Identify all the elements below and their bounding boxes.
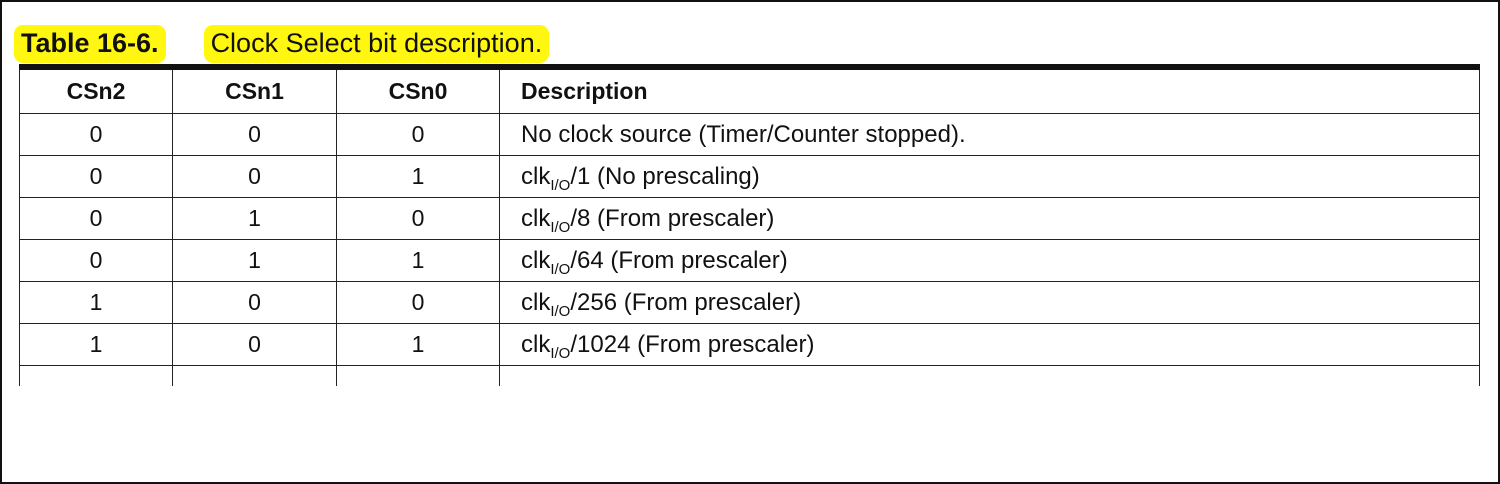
cell-csn0: 0 (336, 281, 500, 324)
description-subscript: I/O (550, 344, 571, 362)
table-caption: Table 16-6. Clock Select bit description… (14, 24, 550, 64)
column-header-csn1: CSn1 (172, 64, 337, 114)
table-header-row: CSn2 CSn1 CSn0 Description (19, 64, 1480, 114)
description-subscript: I/O (550, 218, 571, 236)
cell-description: clkI/O/256 (From prescaler) (499, 281, 1480, 324)
description-text: /64 (From prescaler) (570, 246, 788, 274)
cell-csn0: 0 (336, 113, 500, 156)
cell-csn2: 0 (19, 155, 173, 198)
cell-csn0: 1 (336, 323, 500, 366)
cell-description: No clock source (Timer/Counter stopped). (499, 113, 1480, 156)
description-text: /1 (No prescaling) (570, 162, 760, 190)
cell-csn0 (336, 365, 500, 386)
cell-csn1: 0 (172, 323, 337, 366)
table-row: 0 0 0 No clock source (Timer/Counter sto… (19, 113, 1480, 156)
table-row: 0 1 1 clkI/O/64 (From prescaler) (19, 239, 1480, 282)
clock-select-table: CSn2 CSn1 CSn0 Description 0 0 0 No cloc… (19, 64, 1480, 386)
cell-description: clkI/O/1024 (From prescaler) (499, 323, 1480, 366)
document-frame: Table 16-6. Clock Select bit description… (0, 0, 1500, 484)
description-subscript: I/O (550, 302, 571, 320)
table-row: 0 1 0 clkI/O/8 (From prescaler) (19, 197, 1480, 240)
cell-csn0: 1 (336, 239, 500, 282)
cell-csn1: 0 (172, 155, 337, 198)
cell-csn1: 0 (172, 113, 337, 156)
cell-description: clkI/O/1 (No prescaling) (499, 155, 1480, 198)
cell-csn2: 0 (19, 197, 173, 240)
table-row: 1 0 0 clkI/O/256 (From prescaler) (19, 281, 1480, 324)
cell-csn0: 1 (336, 155, 500, 198)
column-header-csn0: CSn0 (336, 64, 500, 114)
description-text: No clock source (Timer/Counter stopped). (521, 120, 966, 148)
table-row: 0 0 1 clkI/O/1 (No prescaling) (19, 155, 1480, 198)
cell-description: clkI/O/8 (From prescaler) (499, 197, 1480, 240)
description-clk: clk (521, 162, 551, 190)
cell-csn2: 0 (19, 113, 173, 156)
cell-csn2: 0 (19, 239, 173, 282)
description-clk: clk (521, 204, 551, 232)
description-clk: clk (521, 246, 551, 274)
description-text: /1024 (From prescaler) (570, 330, 815, 358)
cell-csn1: 0 (172, 281, 337, 324)
table-title: Clock Select bit description. (203, 25, 550, 63)
table-number: Table 16-6. (14, 25, 166, 63)
cell-description (499, 365, 1480, 386)
cell-description: clkI/O/64 (From prescaler) (499, 239, 1480, 282)
cell-csn2 (19, 365, 173, 386)
cell-csn1: 1 (172, 197, 337, 240)
description-subscript: I/O (550, 176, 571, 194)
table-row-partial (19, 365, 1480, 386)
cell-csn1: 1 (172, 239, 337, 282)
column-header-csn2: CSn2 (19, 64, 173, 114)
description-clk: clk (521, 288, 551, 316)
table-row: 1 0 1 clkI/O/1024 (From prescaler) (19, 323, 1480, 366)
cell-csn0: 0 (336, 197, 500, 240)
description-subscript: I/O (550, 260, 571, 278)
cell-csn2: 1 (19, 281, 173, 324)
column-header-description: Description (499, 64, 1480, 114)
cell-csn2: 1 (19, 323, 173, 366)
description-text: /256 (From prescaler) (570, 288, 802, 316)
description-text: /8 (From prescaler) (570, 204, 775, 232)
cell-csn1 (172, 365, 337, 386)
description-clk: clk (521, 330, 551, 358)
